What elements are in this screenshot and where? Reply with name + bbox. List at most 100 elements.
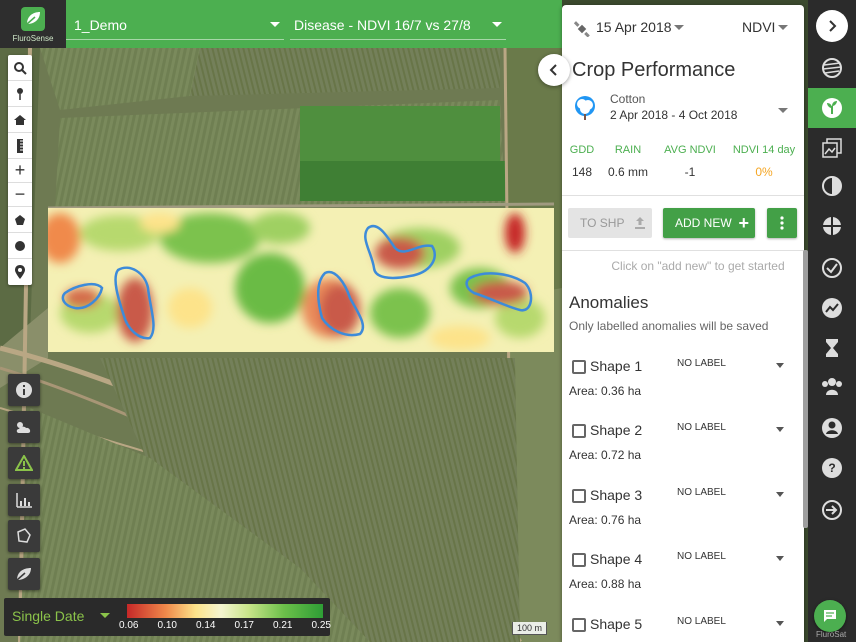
crop-button[interactable] [8, 558, 40, 590]
satellite-map[interactable] [0, 48, 562, 642]
zoom-in-button[interactable]: + [8, 159, 32, 183]
nav-help[interactable]: ? [808, 448, 856, 488]
date-mode-select[interactable]: Single Date [12, 608, 84, 624]
legend-tick: 0.06 [119, 620, 139, 631]
map-toolbar: + − [8, 55, 32, 285]
home-tool[interactable] [8, 107, 32, 133]
brand-name: FluroSense [12, 33, 54, 43]
anomaly-name: Shape 2 [590, 422, 643, 438]
nav-logout[interactable] [808, 490, 856, 530]
anomaly-checkbox[interactable] [572, 489, 586, 503]
globe-lines-icon [822, 58, 842, 78]
chevron-down-icon [776, 621, 784, 626]
ruler-icon [17, 138, 23, 153]
plus-icon: + [14, 160, 26, 180]
scale-bar: 100 m [512, 622, 548, 635]
weather-button[interactable] [8, 411, 40, 443]
chat-button[interactable] [814, 600, 846, 632]
add-new-label: ADD NEW [675, 216, 732, 230]
nav-history[interactable] [808, 328, 856, 368]
field-edit-button[interactable] [8, 520, 40, 552]
expand-button[interactable] [816, 10, 848, 42]
nav-compare[interactable] [808, 166, 856, 206]
polygon-tool[interactable] [8, 207, 32, 233]
more-options-button[interactable] [767, 208, 797, 238]
anomaly-checkbox[interactable] [572, 360, 586, 374]
anomaly-item: Shape 3 NO LABEL Area: 0.76 ha [562, 481, 804, 545]
info-button[interactable] [8, 374, 40, 406]
legend-tick: 0.10 [157, 620, 177, 631]
chevron-down-icon [776, 556, 784, 561]
chevron-down-icon [492, 22, 502, 27]
nav-images[interactable] [808, 128, 856, 168]
circle-tool[interactable] [8, 233, 32, 259]
stat-label: AVG NDVI [664, 144, 716, 156]
check-circle-icon [822, 258, 842, 278]
marker-tool[interactable] [8, 259, 32, 285]
stat-gdd: GDD 148 [562, 144, 602, 179]
chevron-down-icon [776, 363, 784, 368]
index-select[interactable]: NDVI [742, 19, 775, 35]
anomaly-item: Shape 1 NO LABEL Area: 0.36 ha [562, 352, 804, 416]
anomaly-item: Shape 5 NO LABEL [562, 610, 804, 642]
chart-button[interactable] [8, 484, 40, 516]
map-view[interactable] [0, 48, 562, 642]
crop-select-chevron-icon[interactable] [778, 108, 788, 113]
anomaly-checkbox[interactable] [572, 553, 586, 567]
layer-select-value: Disease - NDVI 16/7 vs 27/8 [294, 16, 471, 33]
legend-tick: 0.25 [311, 620, 331, 631]
circle-icon [15, 240, 25, 251]
chevron-down-icon [674, 25, 684, 30]
brand-logo[interactable]: FluroSense [0, 0, 66, 48]
pin-tool[interactable] [8, 81, 32, 107]
nav-fields[interactable] [808, 48, 856, 88]
stat-avg-ndvi: AVG NDVI -1 [658, 144, 722, 179]
search-tool[interactable] [8, 55, 32, 81]
nav-crop-performance[interactable] [808, 88, 856, 128]
farm-select[interactable]: 1_Demo [66, 10, 284, 40]
anomalies-subtitle: Only labelled anomalies will be saved [569, 319, 769, 333]
nav-analytics[interactable] [808, 288, 856, 328]
anomaly-label-select[interactable]: NO LABEL [677, 487, 726, 498]
nav-team[interactable] [808, 366, 856, 406]
nav-zones[interactable] [808, 206, 856, 246]
svg-text:?: ? [828, 461, 835, 475]
layer-select[interactable]: Disease - NDVI 16/7 vs 27/8 [290, 10, 506, 40]
nav-tasks[interactable] [808, 248, 856, 288]
crop-name: Cotton [610, 92, 646, 106]
anomaly-label-select[interactable]: NO LABEL [677, 358, 726, 369]
divider [562, 195, 804, 196]
chat-icon [824, 610, 836, 622]
anomaly-label-select[interactable]: NO LABEL [677, 551, 726, 562]
add-new-button[interactable]: ADD NEW + [663, 208, 755, 238]
date-select[interactable]: 15 Apr 2018 [596, 19, 672, 35]
legend-tick: 0.17 [234, 620, 254, 631]
anomaly-name: Shape 3 [590, 487, 643, 503]
to-shp-button[interactable]: TO SHP [568, 208, 652, 238]
stat-label: RAIN [614, 144, 642, 156]
empty-hint: Click on "add new" to get started [611, 259, 785, 273]
alert-button[interactable] [8, 447, 40, 479]
color-gradient [127, 604, 323, 618]
anomaly-checkbox[interactable] [572, 424, 586, 438]
anomaly-label-select[interactable]: NO LABEL [677, 616, 726, 627]
plant-icon [822, 98, 842, 118]
zones-icon [823, 217, 841, 235]
collapse-panel-button[interactable] [538, 54, 570, 86]
anomaly-label-select[interactable]: NO LABEL [677, 422, 726, 433]
to-shp-label: TO SHP [580, 216, 625, 230]
upload-icon [635, 217, 645, 229]
right-nav: ? [808, 0, 856, 642]
minus-icon: − [14, 184, 26, 204]
anomaly-area: Area: 0.72 ha [569, 448, 642, 462]
zoom-out-button[interactable]: − [8, 183, 32, 207]
chevron-down-icon [776, 427, 784, 432]
anomaly-checkbox[interactable] [572, 618, 586, 632]
images-icon [822, 138, 842, 158]
crop-performance-panel: 15 Apr 2018 NDVI Crop Performance Cotton… [562, 5, 804, 642]
cotton-icon [575, 96, 595, 120]
anomaly-name: Shape 1 [590, 358, 643, 374]
chevron-right-icon [829, 20, 837, 32]
nav-account[interactable] [808, 408, 856, 448]
ruler-tool[interactable] [8, 133, 32, 159]
